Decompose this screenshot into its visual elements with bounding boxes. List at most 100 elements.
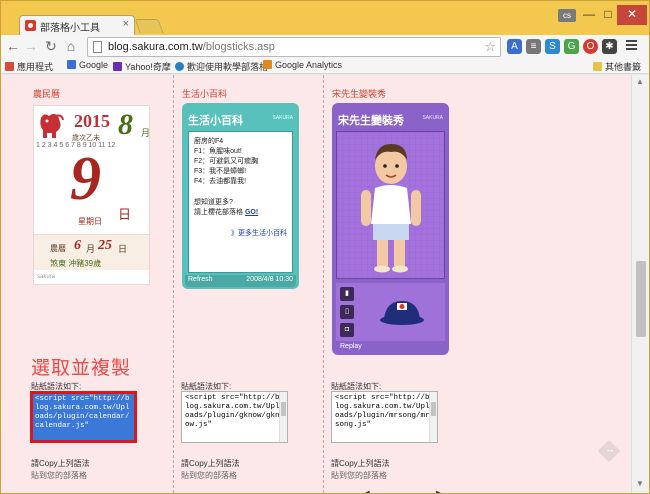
tab-close-icon[interactable]: ×	[123, 18, 129, 30]
other-bookmarks[interactable]: 其他書籤	[593, 60, 641, 73]
lunar-label: 農曆	[50, 244, 66, 253]
lunar-month: 6	[74, 238, 81, 253]
bookmark-star-icon[interactable]: ☆	[484, 39, 496, 55]
back-arrow-icon[interactable]: ←	[5, 38, 21, 54]
translate-extension-icon[interactable]: A	[507, 39, 522, 54]
bookmark-google[interactable]: Google	[67, 60, 108, 70]
life-widget-header: 生活小百科	[188, 115, 243, 127]
scroll-down-icon[interactable]: ▼	[636, 479, 644, 488]
browser-tab[interactable]: 部落格小工具 ×	[19, 15, 135, 35]
copy-instruction-2: 貼到您的部落格	[181, 471, 237, 480]
life-widget-footer: Refresh 2008/4/8 10:30	[185, 275, 296, 287]
scrollbar-thumb[interactable]	[636, 261, 646, 337]
character-figure-icon	[337, 132, 444, 278]
select-and-copy-annotation: 選取並複製	[31, 358, 132, 379]
more-life-tips-link[interactable]: 》更多生活小百科	[231, 228, 287, 238]
bookmark-apps[interactable]: 應用程式	[5, 60, 53, 73]
go-link[interactable]: GO!	[245, 209, 258, 216]
sakura-logo: SAKURA	[422, 115, 443, 121]
navigate-icon[interactable]	[597, 439, 621, 463]
home-icon[interactable]: ⌂	[63, 38, 79, 54]
analytics-icon	[263, 60, 272, 69]
close-window-button[interactable]: ✕	[617, 5, 647, 25]
bookmark-yahoo[interactable]: Yahoo!奇摩	[113, 60, 171, 73]
song-code-textarea[interactable]: <script src="http://blog.sakura.com.tw/U…	[331, 391, 438, 443]
previous-item-icon[interactable]: ◀	[362, 489, 370, 493]
column-divider	[323, 75, 324, 493]
user-profile-badge[interactable]: cs	[558, 9, 576, 22]
code-text: <script src="http://blog.sakura.com.tw/U…	[335, 394, 430, 429]
dressup-widget[interactable]: 宋先生變裝秀 SAKURA ▮ ▯ ◘ Replay	[332, 103, 449, 493]
browser-toolbar: ← → ↻ ⌂ blog.sakura.com.tw/blogsticks.as…	[1, 35, 649, 59]
life-tips-widget[interactable]: 生活小百科 SAKURA 廚房的F4 F1：魚腥味out! F2：可避氣又可癒胸…	[182, 103, 299, 289]
goat-zodiac-icon	[40, 114, 64, 138]
minimize-button[interactable]: —	[579, 5, 599, 25]
calendar-month-unit: 月	[141, 128, 151, 138]
page-icon	[93, 41, 102, 53]
textarea-scrollbar[interactable]	[429, 392, 437, 442]
sakura-logo: SAKURA	[272, 115, 293, 121]
page-scrollbar[interactable]: ▲ ▼	[631, 75, 649, 493]
song-widget-header: 宋先生變裝秀	[338, 115, 404, 127]
life-code-textarea[interactable]: <script src="http://blog.sakura.com.tw/U…	[181, 391, 288, 443]
calendar-year: 2015	[74, 111, 110, 131]
green-extension-icon[interactable]: G	[564, 39, 579, 54]
life-more-cta: 請上櫻花部落格 GO!	[194, 209, 259, 216]
next-item-icon[interactable]: ▶	[436, 489, 444, 493]
forward-arrow-icon[interactable]: →	[23, 38, 39, 54]
calendar-day: 9	[70, 145, 101, 213]
bookmark-google-analytics[interactable]: Google Analytics	[263, 60, 342, 70]
life-line: F2：可避氣又可癒胸	[194, 158, 259, 165]
copy-instruction: 請Copy上列語法	[331, 459, 390, 468]
lunar-day: 25	[98, 238, 112, 253]
life-widget-body: 廚房的F4 F1：魚腥味out! F2：可避氣又可癒胸 F3：我不是蟑螂! F4…	[188, 131, 293, 273]
shirt-category-icon[interactable]: ▮	[340, 287, 354, 301]
calendar-day-unit: 日	[118, 207, 132, 222]
song-column-title: 宋先生變裝秀	[332, 89, 387, 99]
address-bar[interactable]: blog.sakura.com.tw/blogsticks.asp ☆	[87, 37, 501, 57]
folder-icon	[593, 62, 602, 71]
dressup-controls: ▮ ▯ ◘ ◀ ▶	[336, 283, 445, 493]
life-line: F3：我不是蟑螂!	[194, 168, 247, 175]
lunar-conflict: 煞東 沖豬39歲	[50, 259, 102, 268]
copy-instruction: 請Copy上列語法	[181, 459, 240, 468]
hat-category-icon[interactable]: ◘	[340, 323, 354, 337]
calendar-month: 8	[118, 108, 133, 141]
maximize-button[interactable]: □	[599, 5, 617, 25]
sakura-favicon-icon	[25, 20, 36, 31]
replay-button[interactable]: Replay	[340, 343, 362, 350]
character-stage	[336, 131, 445, 279]
chrome-menu-icon[interactable]	[626, 40, 637, 52]
calendar-widget[interactable]: 2015 歲次乙未 8 月 1 2 3 4 5 6 7 8 9 10 11 12…	[33, 105, 150, 285]
gear-extension-icon[interactable]: ✱	[602, 39, 617, 54]
calendar-code-textarea[interactable]: <script src="http://blog.sakura.com.tw/U…	[30, 391, 137, 443]
scroll-up-icon[interactable]: ▲	[636, 77, 644, 86]
refresh-button[interactable]: Refresh	[188, 276, 213, 283]
skype-extension-icon[interactable]: S	[545, 39, 560, 54]
reload-icon[interactable]: ↻	[43, 38, 59, 55]
selected-code-text: <script src="http://blog.sakura.com.tw/U…	[33, 394, 134, 440]
bookmarks-bar: 應用程式 Google Yahoo!奇摩 歡迎使用軟學部落格 Google An…	[1, 59, 649, 74]
lunar-month-unit: 月	[86, 244, 96, 254]
life-column-title: 生活小百科	[182, 89, 228, 99]
copy-instruction: 請Copy上列語法	[31, 459, 90, 468]
textarea-scrollbar[interactable]	[279, 392, 287, 442]
tab-title: 部落格小工具	[40, 23, 100, 34]
url-text: blog.sakura.com.tw/blogsticks.asp	[108, 41, 275, 53]
life-line: F4：去油都靠我!	[194, 178, 247, 185]
title-bar: 部落格小工具 × cs — □ ✕	[1, 1, 649, 35]
yahoo-icon	[113, 62, 122, 71]
opera-extension-icon[interactable]: O	[583, 39, 598, 54]
new-tab-button[interactable]	[134, 19, 164, 33]
browser-window: 部落格小工具 × cs — □ ✕ ← → ↻ ⌂ blog.sakura.co…	[0, 0, 650, 494]
calendar-weekday: 星期日	[78, 217, 102, 226]
code-text: <script src="http://blog.sakura.com.tw/U…	[185, 394, 280, 429]
calendar-column-title: 農民曆	[33, 89, 61, 99]
google-icon	[67, 60, 76, 69]
life-more-question: 想知道更多?	[194, 199, 233, 206]
extension-icon[interactable]: ≡	[526, 39, 541, 54]
blog-icon	[175, 62, 184, 71]
pants-category-icon[interactable]: ▯	[340, 305, 354, 319]
timestamp: 2008/4/8 10:30	[246, 276, 293, 283]
bookmark-sakura-blog[interactable]: 歡迎使用軟學部落格	[175, 60, 268, 73]
